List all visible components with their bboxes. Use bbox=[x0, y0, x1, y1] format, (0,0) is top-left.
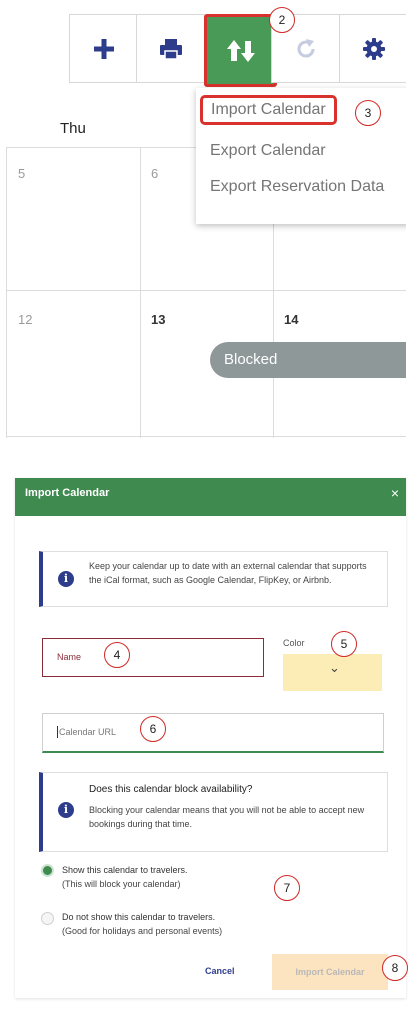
printer-icon bbox=[159, 38, 182, 60]
settings-button[interactable] bbox=[339, 14, 406, 83]
gear-icon bbox=[362, 37, 385, 60]
calendar-url-field[interactable]: Calendar URL bbox=[42, 713, 384, 753]
cancel-button[interactable]: Cancel bbox=[205, 966, 235, 976]
callout-4: 4 bbox=[104, 642, 130, 668]
color-picker[interactable]: ⌄ bbox=[283, 654, 382, 691]
radio-show-travelers[interactable] bbox=[41, 864, 54, 877]
text-cursor bbox=[57, 726, 58, 738]
name-placeholder: Name bbox=[57, 652, 82, 662]
info-block-title: Does this calendar block availability? bbox=[89, 784, 253, 795]
add-button[interactable] bbox=[69, 14, 138, 83]
callout-3: 3 bbox=[355, 100, 381, 126]
day-number: 5 bbox=[18, 166, 26, 181]
menu-item-export-reservation-data[interactable]: Export Reservation Data bbox=[210, 178, 384, 196]
print-button[interactable] bbox=[136, 14, 205, 83]
blocked-reservation-bar[interactable]: Blocked bbox=[210, 342, 406, 378]
info-icon: i bbox=[58, 571, 74, 587]
menu-item-export-calendar[interactable]: Export Calendar bbox=[210, 142, 326, 160]
radio-show-label: Show this calendar to travelers. bbox=[62, 865, 188, 875]
radio-hide-sublabel: (Good for holidays and personal events) bbox=[62, 926, 223, 936]
info-block-text: Blocking your calendar means that you wi… bbox=[89, 805, 365, 829]
grid-divider bbox=[273, 224, 274, 438]
callout-7: 7 bbox=[274, 875, 300, 901]
day-header-thu: Thu bbox=[60, 120, 86, 137]
menu-item-import-calendar[interactable]: Import Calendar bbox=[200, 95, 337, 125]
grid-divider bbox=[6, 147, 7, 438]
plus-icon bbox=[93, 38, 114, 59]
import-calendar-button[interactable]: Import Calendar bbox=[272, 954, 388, 990]
dialog-header: Import Calendar × bbox=[15, 478, 406, 516]
chevron-down-icon: ⌄ bbox=[329, 660, 340, 675]
radio-hide-travelers[interactable] bbox=[41, 912, 54, 925]
info-ical-text: Keep your calendar up to date with an ex… bbox=[89, 561, 367, 585]
callout-5: 5 bbox=[331, 631, 357, 657]
import-calendar-dialog: Import Calendar × i Keep your calendar u… bbox=[15, 478, 408, 998]
radio-show-sublabel: (This will block your calendar) bbox=[62, 879, 181, 889]
refresh-icon bbox=[297, 38, 315, 58]
import-export-button[interactable] bbox=[204, 14, 277, 87]
calendar-screenshot: 2 Thu 5 6 12 13 14 Blocked Import Calend… bbox=[6, 0, 406, 438]
color-label: Color bbox=[283, 638, 305, 648]
import-export-arrows-icon bbox=[226, 39, 255, 62]
day-number: 12 bbox=[18, 312, 33, 327]
url-placeholder: Calendar URL bbox=[59, 727, 117, 737]
grid-divider bbox=[140, 147, 141, 438]
grid-divider bbox=[6, 436, 406, 437]
info-icon: i bbox=[58, 802, 74, 818]
info-box-block: i Does this calendar block availability?… bbox=[39, 772, 388, 852]
radio-hide-label: Do not show this calendar to travelers. bbox=[62, 912, 216, 922]
callout-8: 8 bbox=[382, 955, 408, 981]
day-number: 13 bbox=[151, 312, 166, 327]
day-number: 6 bbox=[151, 166, 159, 181]
close-icon[interactable]: × bbox=[391, 485, 399, 501]
dialog-title: Import Calendar bbox=[25, 487, 110, 499]
day-number: 14 bbox=[284, 312, 299, 327]
info-box-ical: i Keep your calendar up to date with an … bbox=[39, 551, 388, 607]
grid-divider bbox=[6, 290, 406, 291]
calendar-name-field[interactable]: Name bbox=[42, 638, 264, 677]
callout-6: 6 bbox=[140, 716, 166, 742]
callout-2: 2 bbox=[269, 7, 295, 33]
